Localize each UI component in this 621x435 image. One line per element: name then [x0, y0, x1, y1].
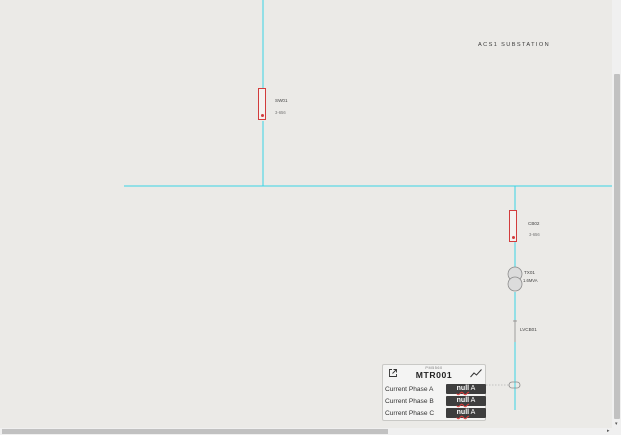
- phase-a-label: Current Phase A: [385, 386, 434, 393]
- tx01-sublabel: 1.6MVA: [523, 278, 538, 283]
- meter-row-phase-a: Current Phase A null A: [385, 384, 486, 395]
- phase-b-label: Current Phase B: [385, 398, 434, 405]
- phase-b-value: null A: [446, 396, 486, 406]
- vertical-scrollbar-thumb[interactable]: [614, 74, 620, 419]
- phase-c-label: Current Phase C: [385, 410, 435, 417]
- cb02-breaker[interactable]: [509, 210, 517, 242]
- meter-row-phase-c: Current Phase C null A: [385, 408, 486, 419]
- diagram-wires: [124, 0, 612, 410]
- meter-popup-header: PM5560 MTR001: [383, 365, 485, 382]
- horizontal-scrollbar-thumb[interactable]: [2, 429, 388, 434]
- sw01-sublabel: 3-656: [275, 110, 286, 115]
- sw01-label: SW01: [275, 98, 288, 103]
- cb02-status-dot: [512, 236, 515, 239]
- meter-row-phase-b: Current Phase B null A: [385, 396, 486, 407]
- cb02-sublabel: 3-656: [529, 232, 540, 237]
- cb02-label: CB02: [528, 221, 540, 226]
- lvcb01-label[interactable]: LVCB01: [520, 327, 537, 332]
- scroll-right-arrow-icon[interactable]: ▸: [607, 429, 610, 434]
- scroll-down-arrow-icon[interactable]: ▾: [615, 422, 618, 427]
- sw01-status-dot: [261, 114, 264, 117]
- sw01-breaker[interactable]: [258, 88, 266, 120]
- tx01-transformer[interactable]: [507, 266, 523, 292]
- tx01-label: TX01: [524, 270, 535, 275]
- one-line-diagram-canvas[interactable]: SW01 3-656 CB02 3-656 TX01 1.6MVA LVCB01…: [0, 0, 612, 428]
- substation-title: ACS1 SUBSTATION: [478, 42, 551, 48]
- phase-a-value: null A: [446, 384, 486, 394]
- meter-popup[interactable]: PM5560 MTR001 Current Phase A null A Cur…: [382, 364, 486, 421]
- phase-c-value: null A: [446, 408, 486, 418]
- trend-chart-icon[interactable]: [470, 368, 482, 378]
